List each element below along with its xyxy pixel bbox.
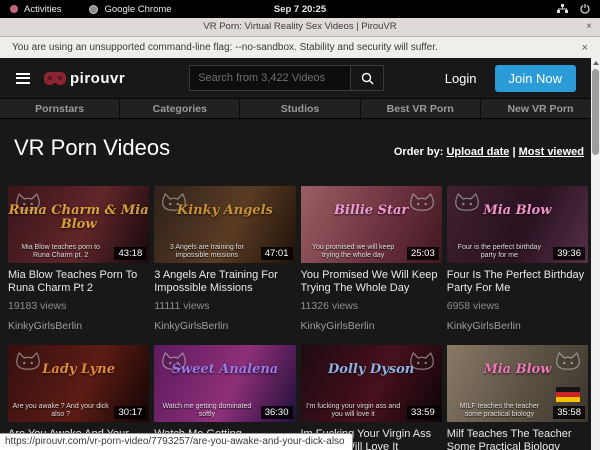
video-title-link[interactable]: Milf Teaches The Teacher Some Practical … <box>447 428 588 450</box>
site-header: pirouvr Login Join Now <box>0 58 600 98</box>
video-card[interactable]: Runa Charm & Mia Blow Mia Blow teaches p… <box>8 186 149 332</box>
video-duration-badge: 33:59 <box>407 406 439 419</box>
nav-item-new-vr[interactable]: New VR Porn <box>481 99 600 118</box>
video-card[interactable]: Mia Blow MILF teaches the teacher some p… <box>447 345 588 450</box>
video-thumbnail[interactable]: Mia Blow MILF teaches the teacher some p… <box>447 345 588 422</box>
video-thumbnail[interactable]: Lady Lyne Are you awake ? And your dick … <box>8 345 149 422</box>
video-duration-badge: 39:36 <box>553 247 585 260</box>
video-studio-link[interactable]: KinkyGirlsBerlin <box>154 320 295 332</box>
video-card[interactable]: Mia Blow Four is the perfect birthday pa… <box>447 186 588 332</box>
thumbnail-overlay-caption: Mia Blow teaches porn to Runa Charm pt. … <box>12 244 109 260</box>
system-top-bar: Activities Google Chrome Sep 7 20:25 <box>0 0 600 18</box>
vr-headset-icon <box>44 72 66 85</box>
power-icon[interactable] <box>580 4 590 14</box>
thumbnail-overlay-caption: Four is the perfect birthday party for m… <box>451 244 548 260</box>
thumbnail-overlay-caption: 3 Angels are training for impossible mis… <box>158 244 255 260</box>
video-duration-badge: 30:17 <box>114 406 146 419</box>
scrollbar-up-arrow-icon[interactable] <box>593 61 599 65</box>
video-card[interactable]: Billie Star You promised we will keep tr… <box>301 186 442 332</box>
video-thumbnail[interactable]: Kinky Angels 3 Angels are training for i… <box>154 186 295 263</box>
thumbnail-overlay-name: Lady Lyne <box>8 363 149 377</box>
logo-text: pirouvr <box>70 70 125 87</box>
nav-item-best-vr[interactable]: Best VR Porn <box>361 99 481 118</box>
thumbnail-overlay-caption: Watch me getting dominated softly <box>158 403 255 419</box>
video-thumbnail[interactable]: Mia Blow Four is the perfect birthday pa… <box>447 186 588 263</box>
video-title-link[interactable]: You Promised We Will Keep Trying The Who… <box>301 269 442 295</box>
video-card[interactable]: Kinky Angels 3 Angels are training for i… <box>154 186 295 332</box>
video-thumbnail[interactable]: Runa Charm & Mia Blow Mia Blow teaches p… <box>8 186 149 263</box>
video-duration-badge: 35:58 <box>553 406 585 419</box>
nav-item-categories[interactable]: Categories <box>120 99 240 118</box>
thumbnail-overlay-name: Runa Charm & Mia Blow <box>8 204 149 232</box>
page-scrollbar[interactable] <box>591 58 600 450</box>
video-studio-link[interactable]: KinkyGirlsBerlin <box>8 320 149 332</box>
menu-hamburger-icon[interactable] <box>16 70 30 86</box>
search-button[interactable] <box>351 65 384 91</box>
browser-title-bar[interactable]: VR Porn: Virtual Reality Sex Videos | Pi… <box>0 18 600 37</box>
window-title: VR Porn: Virtual Reality Sex Videos | Pi… <box>203 21 396 32</box>
warning-close-icon[interactable]: × <box>582 42 588 54</box>
clock[interactable]: Sep 7 20:25 <box>0 4 600 15</box>
warning-text: You are using an unsupported command-lin… <box>12 42 438 53</box>
video-title-link[interactable]: Four Is The Perfect Birthday Party For M… <box>447 269 588 295</box>
german-flag-icon <box>556 387 580 402</box>
nav-item-studios[interactable]: Studios <box>240 99 360 118</box>
page-viewport: pirouvr Login Join Now Pornstars Categor… <box>0 58 600 450</box>
thumbnail-overlay-caption: You promised we will keep trying the who… <box>305 244 402 260</box>
order-by-controls: Order by: Upload date | Most viewed <box>394 146 584 161</box>
order-by-label: Order by: <box>394 146 444 158</box>
scrollbar-thumb[interactable] <box>592 69 599 155</box>
main-nav: Pornstars Categories Studios Best VR Por… <box>0 98 600 119</box>
site-logo[interactable]: pirouvr <box>44 70 125 87</box>
video-title-link[interactable]: 3 Angels Are Training For Impossible Mis… <box>154 269 295 295</box>
search-input[interactable] <box>189 65 351 91</box>
order-upload-date-link[interactable]: Upload date <box>446 146 509 158</box>
video-duration-badge: 25:03 <box>407 247 439 260</box>
thumbnail-overlay-caption: Are you awake ? And your dick also ? <box>12 403 109 419</box>
thumbnail-overlay-name: Mia Blow <box>447 363 588 377</box>
thumbnail-overlay-name: Dolly Dyson <box>301 363 442 377</box>
video-title-link[interactable]: Mia Blow Teaches Porn To Runa Charm Pt 2 <box>8 269 149 295</box>
order-most-viewed-link[interactable]: Most viewed <box>519 146 584 158</box>
link-target-status-bubble: https://pirouvr.com/vr-porn-video/779325… <box>0 433 353 450</box>
video-thumbnail[interactable]: Billie Star You promised we will keep tr… <box>301 186 442 263</box>
video-views: 6958 views <box>447 300 588 312</box>
video-thumbnail[interactable]: Sweet Analena Watch me getting dominated… <box>154 345 295 422</box>
video-thumbnail[interactable]: Dolly Dyson I'm fucking your virgin ass … <box>301 345 442 422</box>
thumbnail-overlay-name: Mia Blow <box>447 204 588 218</box>
login-link[interactable]: Login <box>445 71 477 86</box>
nav-item-pornstars[interactable]: Pornstars <box>0 99 120 118</box>
search-icon <box>361 72 374 85</box>
page-title: VR Porn Videos <box>14 135 170 161</box>
join-now-button[interactable]: Join Now <box>495 65 576 92</box>
thumbnail-overlay-name: Billie Star <box>301 204 442 218</box>
video-studio-link[interactable]: KinkyGirlsBerlin <box>447 320 588 332</box>
network-icon[interactable] <box>557 4 568 14</box>
video-studio-link[interactable]: KinkyGirlsBerlin <box>301 320 442 332</box>
video-views: 11111 views <box>154 300 295 312</box>
thumbnail-overlay-caption: I'm fucking your virgin ass and you will… <box>305 403 402 419</box>
thumbnail-overlay-name: Kinky Angels <box>154 204 295 218</box>
thumbnail-overlay-name: Sweet Analena <box>154 363 295 377</box>
video-duration-badge: 43:18 <box>114 247 146 260</box>
sandbox-warning-bar: You are using an unsupported command-lin… <box>0 37 600 58</box>
video-duration-badge: 47:01 <box>261 247 293 260</box>
thumbnail-overlay-caption: MILF teaches the teacher some practical … <box>451 403 548 419</box>
video-duration-badge: 36:30 <box>261 406 293 419</box>
video-views: 11326 views <box>301 300 442 312</box>
tab-close-icon[interactable]: × <box>586 18 592 36</box>
video-views: 19183 views <box>8 300 149 312</box>
video-grid: Runa Charm & Mia Blow Mia Blow teaches p… <box>0 186 600 450</box>
